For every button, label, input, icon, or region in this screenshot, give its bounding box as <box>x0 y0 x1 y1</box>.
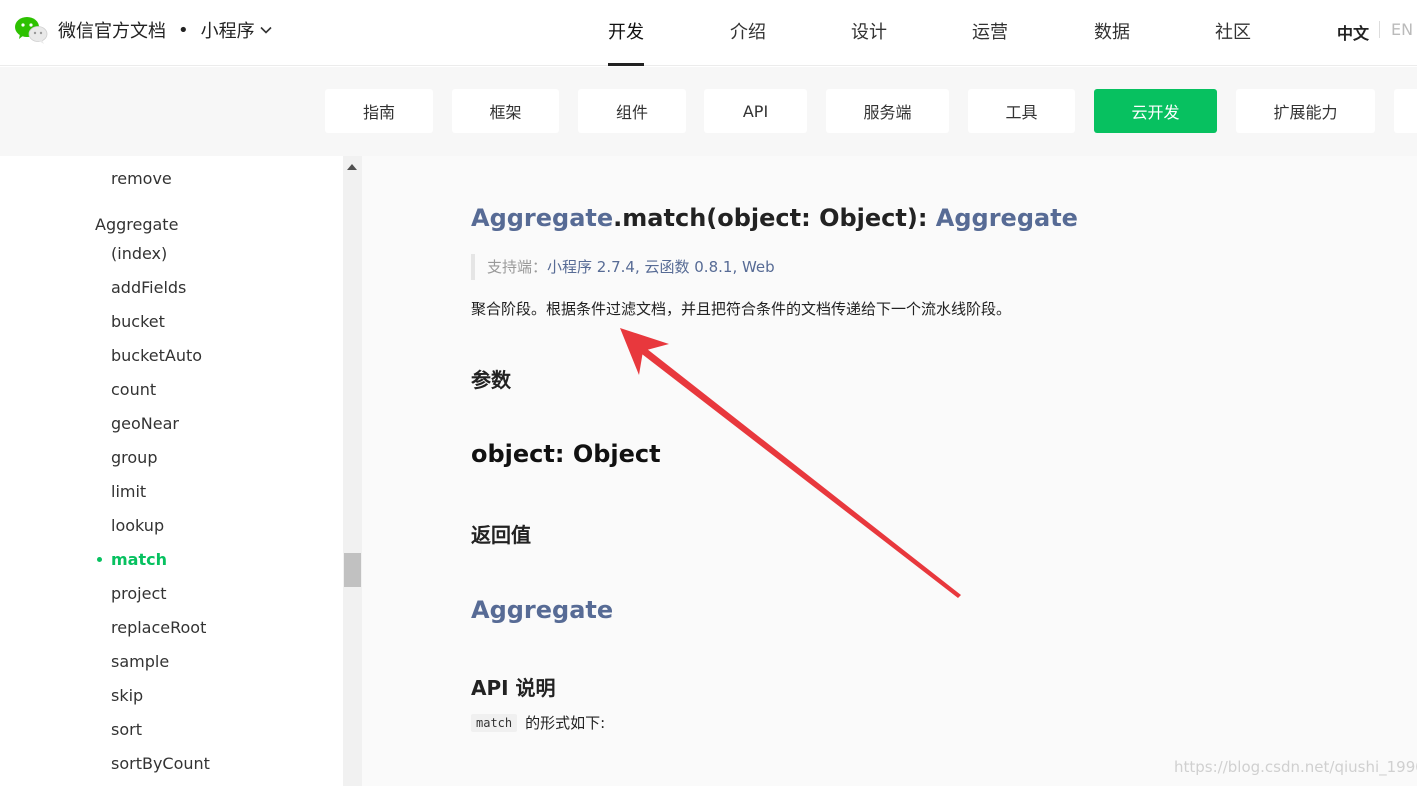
subnav-tab-server[interactable]: 服务端 <box>826 89 949 133</box>
sidebar-item-limit[interactable]: limit <box>111 482 146 501</box>
sidebar-item-geonear[interactable]: geoNear <box>111 414 179 433</box>
sidebar-scrollbar[interactable] <box>343 156 362 786</box>
product-switcher[interactable]: 小程序 <box>201 17 273 43</box>
sidebar-item-sort[interactable]: sort <box>111 720 142 739</box>
param-signature: object: Object <box>471 440 661 468</box>
platform-separator: , <box>732 258 742 276</box>
site-title: 微信官方文档 <box>58 21 166 42</box>
api-title: Aggregate.match(object: Object): Aggrega… <box>471 204 1078 232</box>
return-type-link[interactable]: Aggregate <box>471 596 613 624</box>
sidebar-item-match[interactable]: match <box>111 550 167 569</box>
subnav-tab-overflow[interactable] <box>1394 89 1417 133</box>
nav-item-design[interactable]: 设计 <box>851 18 887 44</box>
nav-item-community[interactable]: 社区 <box>1215 18 1251 44</box>
subnav-tab-guide[interactable]: 指南 <box>325 89 433 133</box>
scroll-up-arrow-icon[interactable] <box>347 164 357 170</box>
nav-item-develop[interactable]: 开发 <box>608 18 644 44</box>
sidebar-item-sortbycount[interactable]: sortByCount <box>111 754 210 773</box>
sidebar-item-addfields[interactable]: addFields <box>111 278 186 297</box>
doc-content: Aggregate.match(object: Object): Aggrega… <box>362 156 1417 786</box>
active-nav-underline <box>608 63 644 66</box>
sidebar-group-aggregate[interactable]: Aggregate <box>95 215 178 234</box>
sidebar-item-group[interactable]: group <box>111 448 157 467</box>
scrollbar-thumb[interactable] <box>344 553 361 587</box>
return-heading: 返回值 <box>471 523 531 547</box>
brand[interactable]: 微信官方文档 • 小程序 <box>14 14 273 46</box>
subnav-tab-framework[interactable]: 框架 <box>452 89 559 133</box>
nav-item-intro[interactable]: 介绍 <box>730 18 766 44</box>
form-text: 的形式如下: <box>525 714 606 732</box>
support-platforms: 支持端：小程序 2.7.4, 云函数 0.8.1, Web <box>471 254 775 280</box>
platform-separator: , <box>634 258 645 276</box>
sidebar-item-remove[interactable]: remove <box>111 169 172 188</box>
lang-divider <box>1379 21 1380 38</box>
sidebar-item-lookup[interactable]: lookup <box>111 516 164 535</box>
api-description: 聚合阶段。根据条件过滤文档，并且把符合条件的文档传递给下一个流水线阶段。 <box>471 300 1012 318</box>
lang-zh-button[interactable]: 中文 <box>1337 20 1369 44</box>
subnav-tab-api[interactable]: API <box>704 89 807 133</box>
api-title-method: .match(object: Object): <box>613 204 936 232</box>
sidebar-item-skip[interactable]: skip <box>111 686 143 705</box>
api-explanation-heading: API 说明 <box>471 676 556 700</box>
sidebar-item-bucket[interactable]: bucket <box>111 312 165 331</box>
lang-en-button[interactable]: EN <box>1391 20 1413 39</box>
sidebar: remove Aggregate (index) addFields bucke… <box>0 156 362 786</box>
sidebar-item-replaceroot[interactable]: replaceRoot <box>111 618 206 637</box>
sidebar-item-count[interactable]: count <box>111 380 156 399</box>
form-description: match 的形式如下: <box>471 712 605 733</box>
chevron-down-icon <box>260 26 272 34</box>
top-header: 微信官方文档 • 小程序 开发 介绍 设计 运营 数据 社区 中文 EN <box>0 0 1417 66</box>
support-label: 支持端： <box>487 258 548 276</box>
watermark-text: https://blog.csdn.net/qiushi_1990 <box>1174 758 1417 776</box>
title-separator: • <box>178 19 189 41</box>
sub-nav: 指南 框架 组件 API 服务端 工具 云开发 扩展能力 <box>0 67 1417 156</box>
subnav-tab-extensions[interactable]: 扩展能力 <box>1236 89 1375 133</box>
subnav-tab-tools[interactable]: 工具 <box>968 89 1075 133</box>
sidebar-item-bucketauto[interactable]: bucketAuto <box>111 346 202 365</box>
nav-item-data[interactable]: 数据 <box>1094 18 1130 44</box>
subnav-tab-components[interactable]: 组件 <box>578 89 686 133</box>
nav-item-operations[interactable]: 运营 <box>972 18 1008 44</box>
inline-code-match: match <box>471 713 518 732</box>
platform-cloud-function-link[interactable]: 云函数 0.8.1 <box>645 258 733 276</box>
sidebar-item-sample[interactable]: sample <box>111 652 169 671</box>
sidebar-item-project[interactable]: project <box>111 584 167 603</box>
platform-web-link[interactable]: Web <box>742 258 775 276</box>
product-label: 小程序 <box>200 21 255 42</box>
active-item-dot <box>97 557 102 562</box>
api-title-return-link[interactable]: Aggregate <box>936 204 1078 232</box>
platform-miniprogram-link[interactable]: 小程序 2.7.4 <box>547 258 635 276</box>
subnav-tab-cloud-dev[interactable]: 云开发 <box>1094 89 1217 133</box>
wechat-logo-icon <box>15 17 48 44</box>
sidebar-item-index[interactable]: (index) <box>111 244 167 263</box>
api-title-type-link[interactable]: Aggregate <box>471 204 613 232</box>
params-heading: 参数 <box>471 368 511 392</box>
